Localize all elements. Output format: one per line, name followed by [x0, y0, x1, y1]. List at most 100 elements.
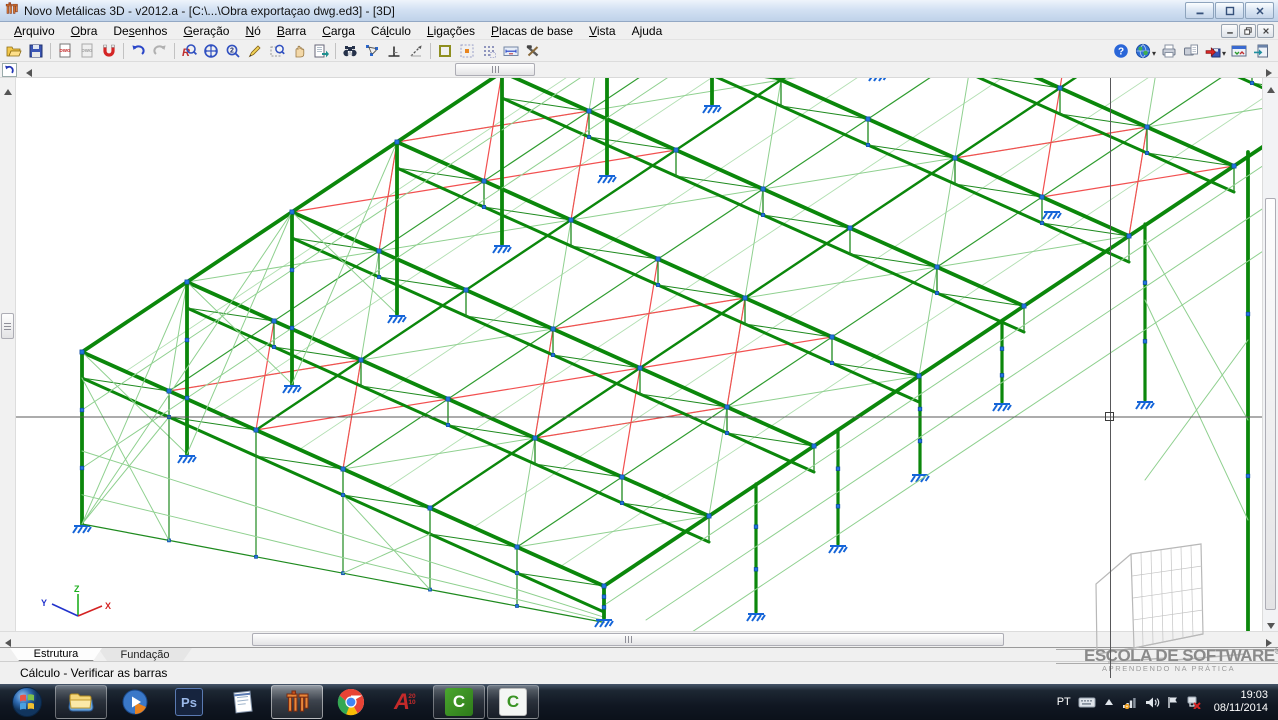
- previous-view-button[interactable]: [2, 63, 17, 77]
- clock-time: 19:03: [1214, 689, 1268, 702]
- zoom-previous-icon[interactable]: 2: [222, 41, 244, 61]
- network-error-icon[interactable]: [1186, 695, 1201, 709]
- left-scrollbar-thumb[interactable]: [1, 313, 14, 339]
- tab-estrutura[interactable]: Estrutura: [10, 648, 102, 661]
- network-signal-icon[interactable]: *: [1122, 696, 1138, 709]
- tools-hammer-icon[interactable]: [522, 41, 544, 61]
- toolbar-separator: [123, 43, 124, 59]
- svg-text:Y: Y: [41, 598, 47, 608]
- keyboard-icon[interactable]: [1078, 696, 1096, 709]
- minimize-button[interactable]: [1185, 2, 1214, 19]
- redraw-pencil-icon[interactable]: [244, 41, 266, 61]
- scroll-left-icon[interactable]: [24, 65, 34, 83]
- volume-icon[interactable]: [1145, 696, 1160, 709]
- left-scroll-strip: [0, 78, 16, 631]
- top-scrollbar-thumb[interactable]: [455, 63, 535, 76]
- taskbar-chrome-icon[interactable]: [325, 685, 377, 719]
- print-preview-icon[interactable]: [1180, 41, 1202, 61]
- vscroll-up-icon[interactable]: [1266, 82, 1276, 100]
- mdi-restore-button[interactable]: [1239, 24, 1256, 38]
- dwg-export-icon[interactable]: DWG: [54, 41, 76, 61]
- horizontal-scrollbar[interactable]: [0, 631, 1278, 647]
- window-exit-icon[interactable]: [1250, 41, 1272, 61]
- taskbar-photoshop-icon[interactable]: Ps: [163, 685, 215, 719]
- taskbar-explorer-icon[interactable]: [55, 685, 107, 719]
- undo-icon[interactable]: [127, 41, 149, 61]
- print-icon[interactable]: [1158, 41, 1180, 61]
- dwg-export-2-icon[interactable]: DWG: [76, 41, 98, 61]
- search-binoculars-icon[interactable]: M: [339, 41, 361, 61]
- window-options-icon[interactable]: [1228, 41, 1250, 61]
- dimension-style-icon[interactable]: [500, 41, 522, 61]
- vertical-scrollbar[interactable]: [1262, 78, 1278, 631]
- scroll-right-icon[interactable]: [1264, 65, 1274, 83]
- taskbar-camtasia-recorder-icon[interactable]: C: [487, 685, 539, 719]
- menu-barra[interactable]: Barra: [269, 23, 314, 39]
- axes-tool-icon[interactable]: [405, 41, 427, 61]
- svg-text:Z: Z: [74, 584, 80, 594]
- menu-desenhos[interactable]: Desenhos: [105, 23, 175, 39]
- svg-text:*: *: [1126, 704, 1128, 709]
- system-tray: PT * 19:03 08/11/2014: [1057, 689, 1278, 715]
- selection-dot-icon[interactable]: [456, 41, 478, 61]
- show-hidden-icon[interactable]: [1103, 697, 1115, 707]
- svg-text:2: 2: [230, 47, 234, 54]
- menu-n-[interactable]: Nó: [237, 23, 268, 39]
- selection-square-icon[interactable]: [434, 41, 456, 61]
- zoom-window-icon[interactable]: R: [178, 41, 200, 61]
- taskbar-start-button[interactable]: [1, 685, 53, 719]
- node-tool-icon[interactable]: [361, 41, 383, 61]
- maximize-button[interactable]: [1215, 2, 1244, 19]
- taskbar-media-player-icon[interactable]: [109, 685, 161, 719]
- crosshair-pickbox: [1105, 412, 1114, 421]
- hscroll-thumb[interactable]: [252, 633, 1004, 646]
- web-globe-icon[interactable]: [1132, 41, 1154, 61]
- taskbar: Ps A2010CC PT * 19:03 08/11/2014: [0, 684, 1278, 720]
- mdi-minimize-button[interactable]: [1221, 24, 1238, 38]
- zoom-extents-icon[interactable]: [200, 41, 222, 61]
- crosshair-vertical: [1110, 78, 1111, 678]
- pan-hand-icon[interactable]: [288, 41, 310, 61]
- svg-text:?: ?: [1118, 46, 1124, 57]
- taskbar-autocad-icon[interactable]: A2010: [379, 685, 431, 719]
- menu-obra[interactable]: Obra: [63, 23, 106, 39]
- toolbar-separator: [430, 43, 431, 59]
- selection-grid-icon[interactable]: [478, 41, 500, 61]
- export-save-dropdown-icon[interactable]: ▾: [1222, 49, 1226, 58]
- clock[interactable]: 19:03 08/11/2014: [1214, 689, 1268, 715]
- toolbar-separator: [335, 43, 336, 59]
- close-button[interactable]: [1245, 2, 1274, 19]
- menu-gera-o[interactable]: Geração: [175, 23, 237, 39]
- open-icon[interactable]: [3, 41, 25, 61]
- menu-carga[interactable]: Carga: [314, 23, 363, 39]
- export-save-icon[interactable]: [1202, 41, 1224, 61]
- toolbar-separator: [50, 43, 51, 59]
- menu-ajuda[interactable]: Ajuda: [624, 23, 671, 39]
- help-icon[interactable]: ?: [1110, 41, 1132, 61]
- zoom-box-icon[interactable]: [266, 41, 288, 61]
- language-indicator[interactable]: PT: [1057, 696, 1071, 708]
- menu-vista[interactable]: Vista: [581, 23, 623, 39]
- toolbar-separator: [174, 43, 175, 59]
- mdi-close-button[interactable]: [1257, 24, 1274, 38]
- snap-magnet-icon[interactable]: [98, 41, 120, 61]
- title-bar: Novo Metálicas 3D - v2012.a - [C:\...\Ob…: [0, 0, 1278, 22]
- menu-liga-es[interactable]: Ligações: [419, 23, 483, 39]
- menu-placas-de-base[interactable]: Placas de base: [483, 23, 581, 39]
- taskbar-metalicas-3d-icon[interactable]: [271, 685, 323, 719]
- vscroll-thumb[interactable]: [1265, 198, 1276, 610]
- window-title: Novo Metálicas 3D - v2012.a - [C:\...\Ob…: [24, 4, 395, 18]
- taskbar-camtasia-studio-icon[interactable]: C: [433, 685, 485, 719]
- tab-fundacao[interactable]: Fundação: [98, 648, 192, 661]
- action-center-flag-icon[interactable]: [1167, 696, 1179, 709]
- menu-c-lculo[interactable]: Cálculo: [363, 23, 419, 39]
- redo-icon[interactable]: [149, 41, 171, 61]
- structure-3d-view[interactable]: Z X Y: [0, 0, 1278, 720]
- web-globe-dropdown-icon[interactable]: ▾: [1152, 49, 1156, 58]
- save-icon[interactable]: [25, 41, 47, 61]
- menu-arquivo[interactable]: Arquivo: [6, 23, 63, 39]
- view-sheet-icon[interactable]: [310, 41, 332, 61]
- taskbar-notepad-icon[interactable]: [217, 685, 269, 719]
- perpendicular-tool-icon[interactable]: [383, 41, 405, 61]
- scroll-up-icon[interactable]: [3, 84, 13, 102]
